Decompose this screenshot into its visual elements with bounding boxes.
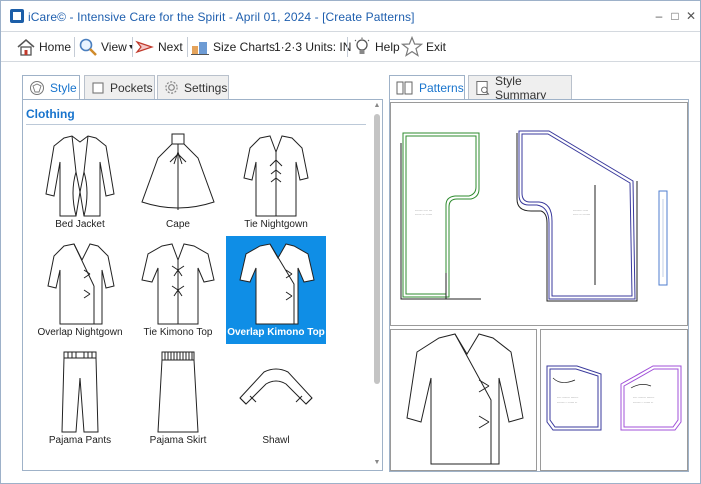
home-label: Home [39,40,72,54]
size-chart-icon [191,42,209,55]
cape-icon [141,133,215,210]
app-window: iCare© - Intensive Care for the Spirit -… [0,0,701,484]
svg-text:------- - ------ --: ------- - ------ -- [633,400,653,404]
style-item-overlap-nightgown[interactable]: Overlap Nightgown [30,236,130,344]
close-icon[interactable]: ✕ [683,8,699,24]
style-item-overlap-kimono-top[interactable]: Overlap Kimono Top [226,236,326,344]
next-label: Next [158,40,183,54]
pattern-pieces-icon [396,81,413,95]
bed-jacket-icon [45,135,115,217]
scroll-down-icon[interactable]: ▼ [373,459,381,467]
gear-icon [165,81,178,94]
svg-text:------ -- ------: ------ -- ------ [415,212,432,216]
overlap-kimono-top-preview-icon [406,333,524,465]
star-icon [401,36,423,57]
section-heading: Clothing [26,107,75,121]
help-label: Help [375,40,400,54]
view-label: View [101,40,127,54]
size-charts-button[interactable]: Size Charts [190,34,275,60]
overlap-nightgown-icon [47,243,115,325]
tab-patterns-label: Patterns [419,81,464,95]
pajama-pants-icon [61,351,99,433]
home-button[interactable]: Home [16,34,71,60]
tab-style[interactable]: Style [22,75,80,100]
toolbar-divider [74,37,75,57]
magnifier-icon [79,38,97,56]
tab-pockets[interactable]: Pockets [84,75,155,99]
tab-settings[interactable]: Settings [157,75,229,99]
style-item-pajama-skirt[interactable]: Pajama Skirt [128,344,228,452]
pattern-layout-view[interactable]: ------- ---- --- ------ -- ------ ------… [390,102,688,326]
pattern-layout-drawing: ------- ---- --- ------ -- ------ ------… [400,130,668,302]
style-item-shawl[interactable]: Shawl [226,344,326,452]
svg-text:---- ------- -------: ---- ------- ------- [633,395,654,399]
style-item-pajama-pants[interactable]: Pajama Pants [30,344,130,452]
app-logo-icon [10,9,24,23]
exit-label: Exit [426,40,447,54]
size-charts-label: Size Charts [213,40,276,54]
scroll-thumb[interactable] [374,114,380,384]
maximize-icon[interactable]: □ [667,8,683,24]
tie-nightgown-icon [243,135,309,217]
pocket-icon [92,81,104,94]
pocket-pattern-view[interactable]: ---- ------- ------- ------- - ------ --… [540,329,688,471]
units-selector[interactable]: 1·2·3 Units: IN [274,34,351,60]
units-label: 1·2·3 Units: IN [274,40,352,54]
svg-text:---- ------- -------: ---- ------- ------- [557,395,578,399]
pajama-skirt-icon [157,351,199,433]
style-label: Overlap Kimono Top [227,327,325,338]
toolbar-divider [132,37,133,57]
tie-kimono-top-icon [141,243,215,325]
tab-style-summary[interactable]: Style Summary [468,73,572,102]
toolbar-divider [347,37,348,57]
svg-text:------- - ------ --: ------- - ------ -- [557,400,577,404]
pocket-pattern-drawing: ---- ------- ------- ------- - ------ --… [546,365,682,431]
minimize-icon[interactable]: – [651,8,667,24]
style-gallery-panel: Clothing Bed Jacket Cape Tie Nightgown O… [22,99,383,471]
shawl-icon [239,368,313,405]
garment-preview[interactable] [390,329,537,471]
tab-style-label: Style [50,81,77,95]
title-bar: iCare© - Intensive Care for the Spirit -… [1,1,700,31]
style-label: Shawl [262,435,290,446]
style-item-bed-jacket[interactable]: Bed Jacket [30,128,130,236]
summary-icon [476,80,490,95]
style-icon [30,81,44,95]
vertical-scrollbar[interactable]: ▲ ▼ [372,102,382,468]
home-icon [17,39,35,56]
next-button[interactable]: Next [135,34,183,60]
svg-text:----- -- -------: ----- -- ------- [573,212,590,216]
toolbar-divider [187,37,188,57]
help-button[interactable]: Help [352,34,400,60]
style-item-tie-kimono-top[interactable]: Tie Kimono Top [128,236,228,344]
view-button[interactable]: View ▼ [78,34,135,60]
overlap-kimono-top-icon [239,243,315,325]
patterns-panel: ------- ---- --- ------ -- ------ ------… [389,99,689,472]
tab-patterns[interactable]: Patterns [389,75,465,100]
arrow-right-icon [135,40,154,54]
section-divider [26,124,366,125]
window-title: iCare© - Intensive Care for the Spirit -… [28,10,415,24]
exit-button[interactable]: Exit [401,34,446,60]
style-item-tie-nightgown[interactable]: Tie Nightgown [226,128,326,236]
tab-style-summary-label: Style Summary [494,73,547,102]
style-item-cape[interactable]: Cape [128,128,228,236]
tab-settings-label: Settings [184,80,228,95]
toolbar: Home View ▼ Next Size Charts 1·2·3 Units… [1,31,700,62]
scroll-up-icon[interactable]: ▲ [373,102,381,110]
main-area: Style Pockets Settings Clothing Bed Jack… [1,62,700,483]
style-label: Tie Nightgown [244,219,308,230]
tab-pockets-label: Pockets [110,80,153,95]
lightbulb-icon [354,37,370,54]
